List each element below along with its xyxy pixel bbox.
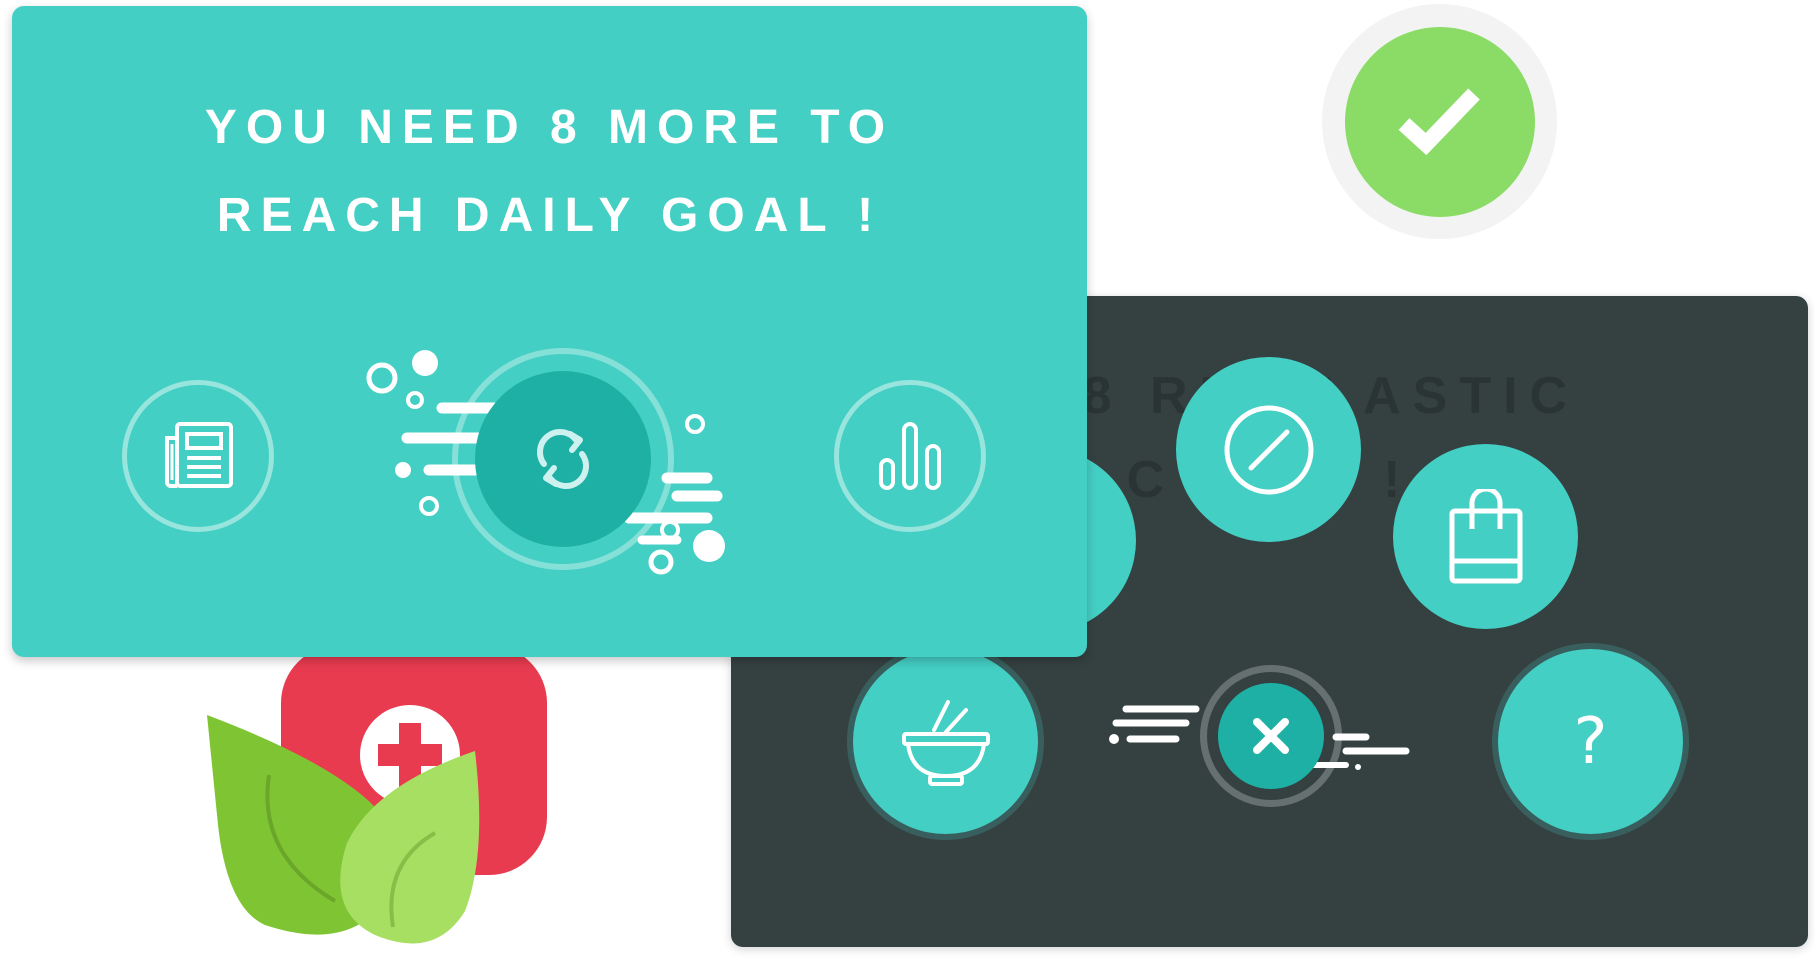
daily-goal-line1: YOU NEED 8 MORE TO [204,101,895,154]
close-button-group[interactable] [1109,661,1410,811]
bar-chart-icon [879,422,941,490]
success-badge [1322,4,1557,239]
close-button[interactable] [1218,683,1324,789]
help-option-button[interactable]: ? [1498,649,1683,834]
bowl-option-button[interactable] [853,649,1038,834]
newspaper-icon [165,422,233,488]
refresh-button[interactable] [475,371,651,547]
refresh-icon [537,429,589,489]
refresh-button-group[interactable] [357,338,787,588]
bowl-chopsticks-icon [901,699,990,786]
news-button[interactable] [122,380,274,532]
forbidden-icon [1224,405,1313,494]
health-illustration [207,615,547,944]
close-icon [1253,718,1289,754]
shopping-bag-option-button[interactable] [1393,444,1578,629]
daily-goal-message: YOU NEED 8 MORE TO REACH DAILY GOAL ! [12,84,1087,260]
shopping-bag-icon [1449,488,1522,583]
question-icon: ? [1573,704,1608,779]
stats-button[interactable] [834,380,986,532]
forbidden-option-button[interactable] [1176,357,1361,542]
daily-goal-line2: REACH DAILY GOAL ! [216,189,883,242]
daily-goal-card: YOU NEED 8 MORE TO REACH DAILY GOAL ! [12,6,1087,657]
checkmark-icon [1398,87,1480,155]
success-badge-circle [1344,26,1535,217]
